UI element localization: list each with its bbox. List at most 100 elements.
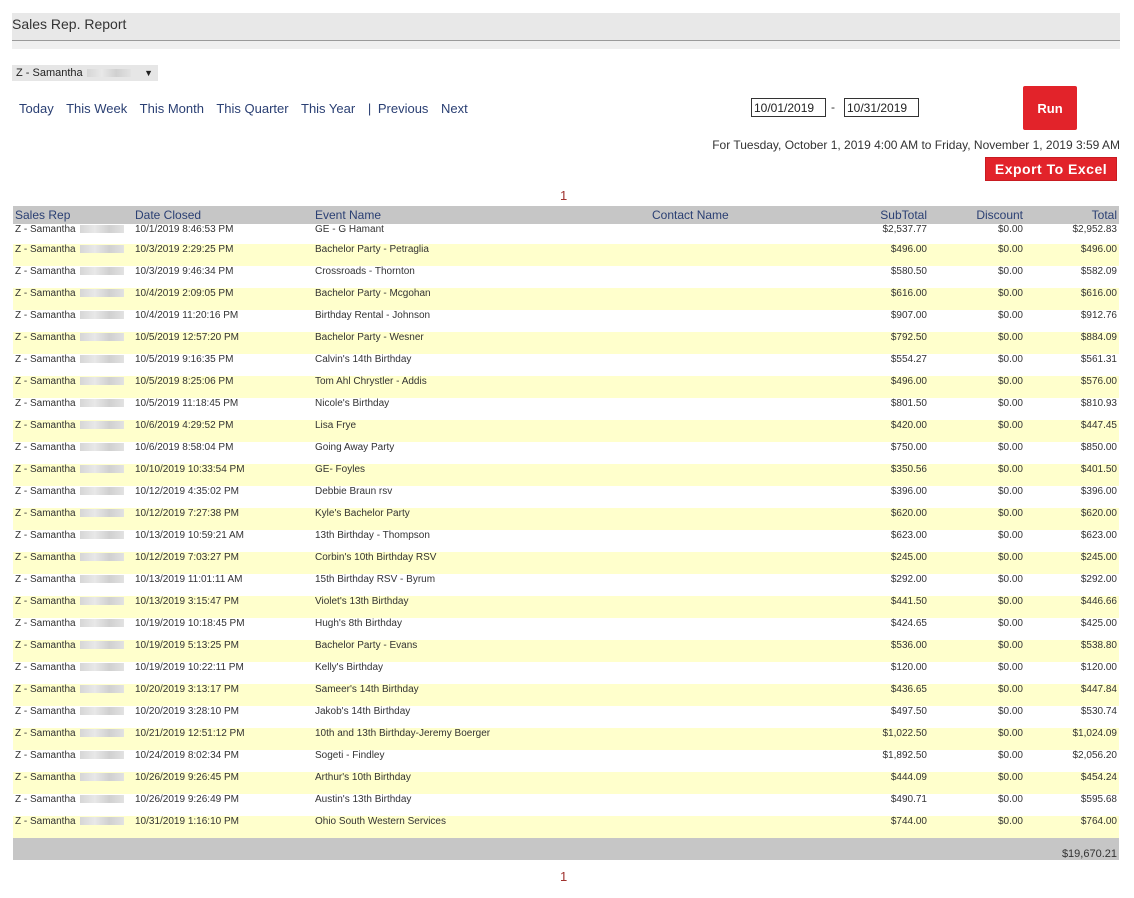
cell-subtotal-text: $620.00 [890, 508, 927, 519]
cell-sales-rep: Z - Samantha [13, 596, 133, 618]
period-this-quarter[interactable]: This Quarter [216, 101, 288, 116]
table-row[interactable]: Z - Samantha 10/31/2019 1:16:10 PM Ohio So… [13, 816, 1119, 838]
table-row[interactable]: Z - Samantha 10/6/2019 4:29:52 PM Lisa Fry… [13, 420, 1119, 442]
page-link-current[interactable]: 1 [560, 869, 567, 884]
period-this-month[interactable]: This Month [140, 101, 204, 116]
cell-subtotal-text: $744.00 [890, 816, 927, 827]
cell-contact-name [650, 332, 799, 354]
column-discount[interactable]: Discount [929, 206, 1025, 224]
period-today[interactable]: Today [19, 101, 54, 116]
cell-sales-rep: Z - Samantha [13, 662, 133, 684]
cell-event-name: Nicole's Birthday [313, 398, 650, 420]
table-row[interactable]: Z - Samantha 10/13/2019 11:01:11 AM 15th B… [13, 574, 1119, 596]
table-row[interactable]: Z - Samantha 10/3/2019 9:46:34 PM Crossroa… [13, 266, 1119, 288]
cell-sales-rep-text: Z - Samantha [15, 398, 76, 409]
table-row[interactable]: Z - Samantha 10/10/2019 10:33:54 PM GE- Fo… [13, 464, 1119, 486]
cell-event-name-text: Birthday Rental - Johnson [315, 310, 431, 321]
cell-contact-name [650, 618, 799, 640]
cell-total-text: $764.00 [1080, 816, 1117, 827]
sales-rep-select[interactable]: Z - Samantha ▼ [12, 65, 158, 81]
table-row[interactable]: Z - Samantha 10/12/2019 7:27:38 PM Kyle's … [13, 508, 1119, 530]
table-row[interactable]: Z - Samantha 10/4/2019 11:20:16 PM Birthda… [13, 310, 1119, 332]
cell-event-name: Crossroads - Thornton [313, 266, 650, 288]
table-row[interactable]: Z - Samantha 10/26/2019 9:26:49 PM Austin'… [13, 794, 1119, 816]
run-button[interactable]: Run [1023, 86, 1077, 130]
dropdown-caret-icon: ▼ [144, 68, 153, 78]
cell-sales-rep-text: Z - Samantha [15, 442, 76, 453]
previous-link[interactable]: Previous [378, 101, 429, 116]
column-contact-name[interactable]: Contact Name [650, 206, 799, 224]
table-row[interactable]: Z - Samantha 10/5/2019 12:57:20 PM Bachelo… [13, 332, 1119, 354]
cell-event-name-text: 13th Birthday - Thompson [315, 530, 430, 541]
cell-subtotal: $496.00 [799, 376, 929, 398]
cell-sales-rep: Z - Samantha [13, 224, 133, 244]
start-date-input[interactable] [751, 98, 826, 117]
date-range-description: For Tuesday, October 1, 2019 4:00 AM to … [712, 138, 1120, 152]
table-row[interactable]: Z - Samantha 10/20/2019 3:13:17 PM Sameer'… [13, 684, 1119, 706]
period-this-year[interactable]: This Year [301, 101, 355, 116]
cell-event-name-text: Bachelor Party - Wesner [315, 332, 424, 343]
table-row[interactable]: Z - Samantha 10/5/2019 9:16:35 PM Calvin's… [13, 354, 1119, 376]
table-row[interactable]: Z - Samantha 10/12/2019 4:35:02 PM Debbie … [13, 486, 1119, 508]
cell-sales-rep-text: Z - Samantha [15, 772, 76, 783]
table-row[interactable]: Z - Samantha 10/12/2019 7:03:27 PM Corbin'… [13, 552, 1119, 574]
table-row[interactable]: Z - Samantha 10/13/2019 10:59:21 AM 13th B… [13, 530, 1119, 552]
cell-discount: $0.00 [929, 266, 1025, 288]
table-row[interactable]: Z - Samantha 10/5/2019 11:18:45 PM Nicole'… [13, 398, 1119, 420]
table-row[interactable]: Z - Samantha 10/4/2019 2:09:05 PM Bachelor… [13, 288, 1119, 310]
export-to-excel-button[interactable]: Export To Excel [985, 157, 1117, 181]
table-row[interactable]: Z - Samantha 10/21/2019 12:51:12 PM 10th a… [13, 728, 1119, 750]
page-link-current[interactable]: 1 [560, 188, 567, 203]
cell-sales-rep: Z - Samantha [13, 266, 133, 288]
table-row[interactable]: Z - Samantha 10/6/2019 8:58:04 PM Going Aw… [13, 442, 1119, 464]
table-row[interactable]: Z - Samantha 10/24/2019 8:02:34 PM Sogeti … [13, 750, 1119, 772]
table-row[interactable]: Z - Samantha 10/5/2019 8:25:06 PM Tom Ahl … [13, 376, 1119, 398]
table-row[interactable]: Z - Samantha 10/3/2019 2:29:25 PM Bachelor… [13, 244, 1119, 266]
cell-date-closed-text: 10/21/2019 12:51:12 PM [135, 728, 245, 739]
column-total[interactable]: Total [1025, 206, 1119, 224]
column-sales-rep[interactable]: Sales Rep [13, 206, 133, 224]
column-event-name[interactable]: Event Name [313, 206, 650, 224]
table-row[interactable]: Z - Samantha 10/1/2019 8:46:53 PM GE - G H… [13, 224, 1119, 244]
period-this-week[interactable]: This Week [66, 101, 127, 116]
cell-sales-rep-text: Z - Samantha [15, 376, 76, 387]
column-date-closed[interactable]: Date Closed [133, 206, 313, 224]
cell-date-closed: 10/19/2019 10:18:45 PM [133, 618, 313, 640]
cell-date-closed-text: 10/26/2019 9:26:45 PM [135, 772, 239, 783]
cell-sales-rep-text: Z - Samantha [15, 224, 76, 235]
table-row[interactable]: Z - Samantha 10/20/2019 3:28:10 PM Jakob's… [13, 706, 1119, 728]
cell-contact-name [650, 266, 799, 288]
table-row[interactable]: Z - Samantha 10/26/2019 9:26:45 PM Arthur'… [13, 772, 1119, 794]
pagination-top: 1 [560, 188, 567, 203]
table-row[interactable]: Z - Samantha 10/19/2019 10:18:45 PM Hugh's… [13, 618, 1119, 640]
cell-contact-name [650, 574, 799, 596]
grand-total: $19,670.21 [13, 838, 1119, 860]
redacted-name [79, 487, 124, 496]
cell-sales-rep: Z - Samantha [13, 332, 133, 354]
end-date-input[interactable] [844, 98, 919, 117]
cell-discount: $0.00 [929, 662, 1025, 684]
cell-discount: $0.00 [929, 596, 1025, 618]
column-subtotal[interactable]: SubTotal [799, 206, 929, 224]
cell-discount: $0.00 [929, 310, 1025, 332]
cell-event-name-text: Hugh's 8th Birthday [315, 618, 402, 629]
cell-total-text: $884.09 [1080, 332, 1117, 343]
cell-contact-name [650, 508, 799, 530]
cell-subtotal: $1,892.50 [799, 750, 929, 772]
cell-event-name: Bachelor Party - Petraglia [313, 244, 650, 266]
redacted-name [79, 289, 124, 298]
cell-discount-text: $0.00 [997, 244, 1023, 255]
table-row[interactable]: Z - Samantha 10/13/2019 3:15:47 PM Violet'… [13, 596, 1119, 618]
cell-event-name: Kyle's Bachelor Party [313, 508, 650, 530]
table-row[interactable]: Z - Samantha 10/19/2019 5:13:25 PM Bachelo… [13, 640, 1119, 662]
cell-contact-name [650, 640, 799, 662]
next-link[interactable]: Next [441, 101, 468, 116]
table-row[interactable]: Z - Samantha 10/19/2019 10:22:11 PM Kelly'… [13, 662, 1119, 684]
cell-discount-text: $0.00 [997, 772, 1023, 783]
cell-discount-text: $0.00 [997, 728, 1023, 739]
cell-sales-rep-text: Z - Samantha [15, 288, 76, 299]
cell-total-text: $447.45 [1080, 420, 1117, 431]
cell-contact-name [650, 398, 799, 420]
period-separator: | [367, 101, 372, 116]
cell-subtotal-text: $1,892.50 [882, 750, 928, 761]
